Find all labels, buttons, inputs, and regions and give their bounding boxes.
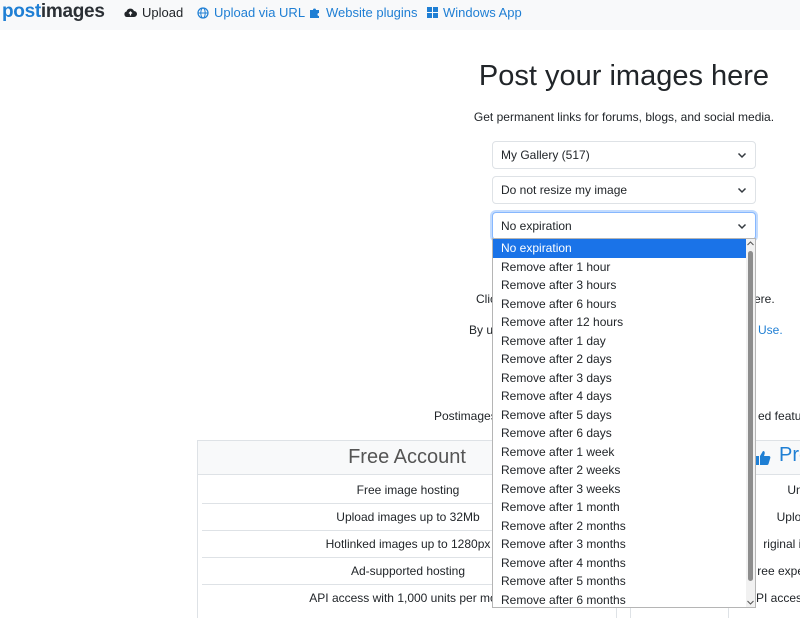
expiration-option[interactable]: No expiration <box>493 239 747 258</box>
expiration-option[interactable]: Remove after 2 days <box>493 350 747 369</box>
dropdown-scrollbar[interactable] <box>746 239 755 607</box>
expiration-option[interactable]: Remove after 5 days <box>493 406 747 425</box>
gallery-select[interactable]: My Gallery (517) <box>492 141 756 169</box>
expiration-select-value: No expiration <box>501 219 572 233</box>
postimages-logo[interactable]: postimages <box>2 1 105 23</box>
expiration-options: No expiration Remove after 1 hour Remove… <box>493 239 747 608</box>
top-navbar: postimages Upload Upload via URL Website… <box>0 0 800 30</box>
expiration-option[interactable]: Remove after 6 months <box>493 591 747 608</box>
gallery-select-value: My Gallery (517) <box>501 148 590 162</box>
expiration-option[interactable]: Remove after 5 months <box>493 572 747 591</box>
chevron-down-icon <box>737 152 747 159</box>
nav-upload-via-url[interactable]: Upload via URL <box>197 5 305 20</box>
expiration-option[interactable]: Remove after 6 hours <box>493 295 747 314</box>
page-subtitle: Get permanent links for forums, blogs, a… <box>473 110 775 124</box>
scroll-up-arrow-icon[interactable] <box>747 241 754 246</box>
terms-of-use-link-fragment[interactable]: Use. <box>758 323 783 337</box>
nav-windows-app[interactable]: Windows App <box>427 5 522 20</box>
nav-website-plugins-label: Website plugins <box>326 5 418 20</box>
expiration-option[interactable]: Remove after 1 week <box>493 443 747 462</box>
expiration-option[interactable]: Remove after 2 months <box>493 517 747 536</box>
cloud-upload-icon <box>124 8 137 17</box>
premium-feature-item: Unli <box>787 483 800 497</box>
nav-website-plugins[interactable]: Website plugins <box>309 5 418 20</box>
page-title: Post your images here <box>478 60 770 92</box>
expiration-option[interactable]: Remove after 3 hours <box>493 276 747 295</box>
resize-select[interactable]: Do not resize my image <box>492 176 756 204</box>
expiration-option[interactable]: Remove after 1 hour <box>493 258 747 277</box>
nav-windows-app-label: Windows App <box>443 5 522 20</box>
upload-instruction-fragment-right: ere. <box>754 292 775 306</box>
thumbs-up-icon <box>755 451 771 465</box>
expiration-option[interactable]: Remove after 1 day <box>493 332 747 351</box>
expiration-option[interactable]: Remove after 3 days <box>493 369 747 388</box>
premium-feature-item: PI access <box>755 591 800 605</box>
expiration-option[interactable]: Remove after 4 months <box>493 554 747 573</box>
expiration-select[interactable]: No expiration <box>492 212 756 240</box>
expiration-option[interactable]: Remove after 3 weeks <box>493 480 747 499</box>
expiration-option[interactable]: Remove after 4 days <box>493 387 747 406</box>
expiration-option[interactable]: Remove after 6 days <box>493 424 747 443</box>
windows-icon <box>427 7 438 18</box>
premium-feature-item: ree exper <box>757 564 800 578</box>
chevron-down-icon <box>737 187 747 194</box>
premium-feature-item: Uploa <box>776 510 800 524</box>
globe-icon <box>197 6 209 19</box>
chevron-down-icon <box>737 223 747 230</box>
expiration-option[interactable]: Remove after 3 months <box>493 535 747 554</box>
scroll-down-arrow-icon[interactable] <box>747 600 754 605</box>
expiration-dropdown-list[interactable]: No expiration Remove after 1 hour Remove… <box>492 238 756 608</box>
expiration-option[interactable]: Remove after 1 month <box>493 498 747 517</box>
expiration-option[interactable]: Remove after 2 weeks <box>493 461 747 480</box>
resize-select-value: Do not resize my image <box>501 183 628 197</box>
premium-account-title: Pre <box>779 444 800 466</box>
premium-feature-item: riginal in <box>763 537 800 551</box>
puzzle-icon <box>310 8 319 18</box>
premium-promo-fragment-right: ed featu <box>758 409 800 423</box>
nav-upload[interactable]: Upload <box>124 5 183 20</box>
expiration-option[interactable]: Remove after 12 hours <box>493 313 747 332</box>
premium-promo-fragment-left: Postimages <box>434 409 497 423</box>
nav-upload-label: Upload <box>142 5 184 20</box>
nav-upload-via-url-label: Upload via URL <box>214 5 306 20</box>
scrollbar-thumb[interactable] <box>748 251 753 581</box>
